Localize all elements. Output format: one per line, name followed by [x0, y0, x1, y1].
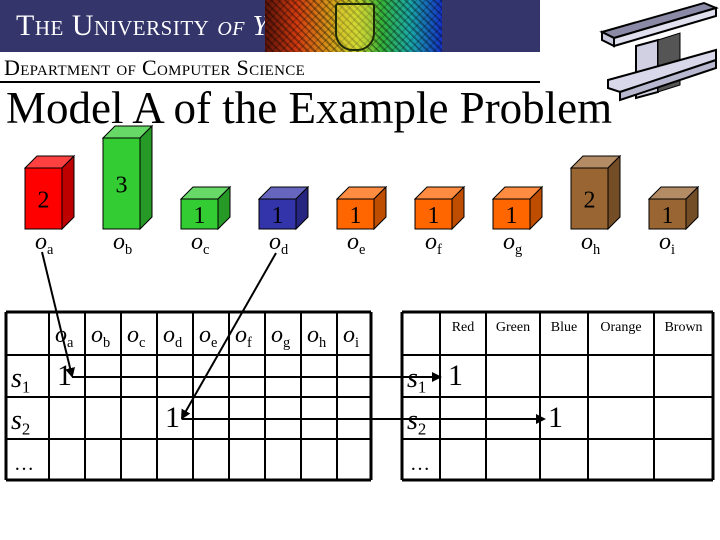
block-size-label: 3 [116, 173, 128, 199]
object-block-b: 3 ob [101, 124, 154, 258]
column-header-od: od [163, 322, 183, 351]
column-header-brown: Brown [664, 320, 702, 335]
object-label-d: od [269, 229, 289, 258]
table-row: … [14, 453, 34, 475]
object-label-b: ob [113, 229, 132, 258]
row-label-s2: s2 [407, 405, 426, 439]
object-block-f: 1of [413, 185, 466, 258]
object-block-a: 2 oa [23, 154, 76, 258]
column-header-orange: Orange [600, 320, 641, 335]
object-label-h: oh [581, 229, 600, 258]
arrow-oa-to-s1 [41, 251, 75, 378]
column-header-oh: oh [307, 322, 326, 351]
block-side-face [607, 154, 621, 231]
column-header-of: of [235, 322, 252, 351]
block-side-face [139, 124, 153, 231]
arrows [41, 251, 546, 424]
row-label-s1: s1 [11, 363, 30, 397]
block-side-face [61, 154, 75, 231]
block-size-label: 2 [38, 188, 50, 214]
object-label-a: oa [35, 229, 54, 258]
table-cell-value: 1 [165, 401, 180, 434]
column-header-blue: Blue [551, 320, 577, 335]
table-row: s2 1 [11, 401, 180, 439]
row-label-more: … [14, 453, 34, 475]
row-label-s1: s1 [407, 363, 426, 397]
block-size-label: 1 [428, 203, 440, 229]
column-header-oe: oe [199, 322, 217, 351]
object-block-c: 1oc [179, 185, 232, 258]
object-label-f: of [425, 229, 442, 258]
object-block-h: 2 oh [569, 154, 622, 258]
block-size-label: 1 [194, 203, 206, 229]
row-label-more: … [410, 453, 430, 475]
table-cell-value: 1 [448, 359, 463, 392]
object-label-g: og [503, 229, 522, 258]
object-label-c: oc [191, 229, 209, 258]
column-header-oc: oc [127, 322, 145, 351]
object-label-e: oe [347, 229, 365, 258]
column-header-green: Green [496, 320, 530, 335]
object-block-g: 1og [491, 185, 544, 258]
object-blocks: 2oa3ob1oc1od1oe1of1og2oh1oi [23, 124, 700, 258]
block-size-label: 1 [662, 203, 674, 229]
assignment-table: oa ob oc od oe of og oh ois1 1s2 1… [4, 310, 373, 482]
object-label-i: oi [659, 229, 675, 258]
block-size-label: 1 [350, 203, 362, 229]
table-cell-value: 1 [548, 401, 563, 434]
crest-shield-icon [335, 3, 375, 51]
column-header-ob: ob [91, 322, 110, 351]
column-header-red: Red [452, 320, 475, 335]
row-label-s2: s2 [11, 405, 30, 439]
color-table: Red Green Blue Orange Brown s1 1 s2 1 … [400, 310, 715, 482]
column-header-oi: oi [343, 322, 359, 351]
object-block-i: 1oi [647, 185, 700, 258]
table-row: … [410, 453, 430, 475]
model-diagram: 2oa3ob1oc1od1oe1of1og2oh1oi oa ob oc od oe of… [4, 124, 715, 482]
block-size-label: 2 [584, 188, 596, 214]
column-header-og: og [271, 322, 290, 351]
block-size-label: 1 [506, 203, 518, 229]
block-size-label: 1 [272, 203, 284, 229]
object-block-d: 1od [257, 185, 310, 258]
table-row: s1 1 [11, 359, 72, 397]
object-block-e: 1oe [335, 185, 388, 258]
